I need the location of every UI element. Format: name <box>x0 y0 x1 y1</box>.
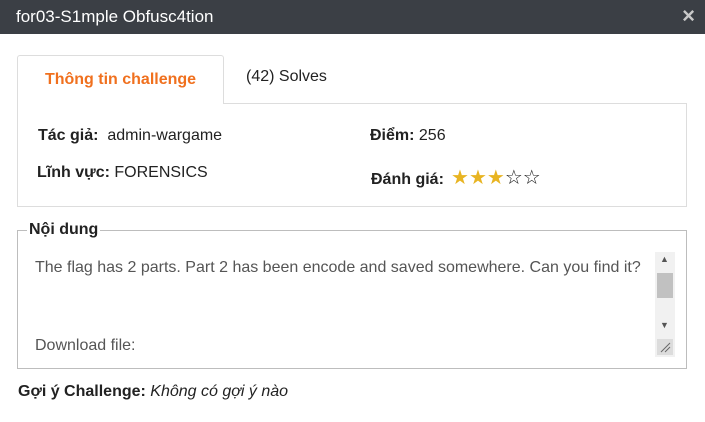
tab-solves[interactable]: (42) Solves <box>246 68 327 86</box>
description-text: The flag has 2 parts. Part 2 has been en… <box>35 259 641 276</box>
download-label: Download file: <box>35 337 136 354</box>
hint-value: Không có gợi ý nào <box>150 383 289 400</box>
hint-label: Gợi ý Challenge: <box>18 383 146 400</box>
hint-row: Gợi ý Challenge: Không có gợi ý nào <box>18 383 288 401</box>
modal-title: for03-S1mple Obfusc4tion <box>16 7 214 26</box>
content-legend: Nội dung <box>27 221 101 239</box>
resize-grip-icon[interactable] <box>657 339 673 355</box>
description-textarea[interactable]: The flag has 2 parts. Part 2 has been en… <box>25 250 677 358</box>
challenge-info-panel <box>17 103 687 207</box>
modal-titlebar: for03-S1mple Obfusc4tion × <box>0 0 705 34</box>
scroll-down-icon[interactable]: ▼ <box>660 320 669 330</box>
scroll-thumb[interactable] <box>657 273 673 298</box>
close-icon[interactable]: × <box>682 3 695 29</box>
scroll-up-icon[interactable]: ▲ <box>660 254 669 264</box>
tab-challenge-info[interactable]: Thông tin challenge <box>17 55 224 104</box>
